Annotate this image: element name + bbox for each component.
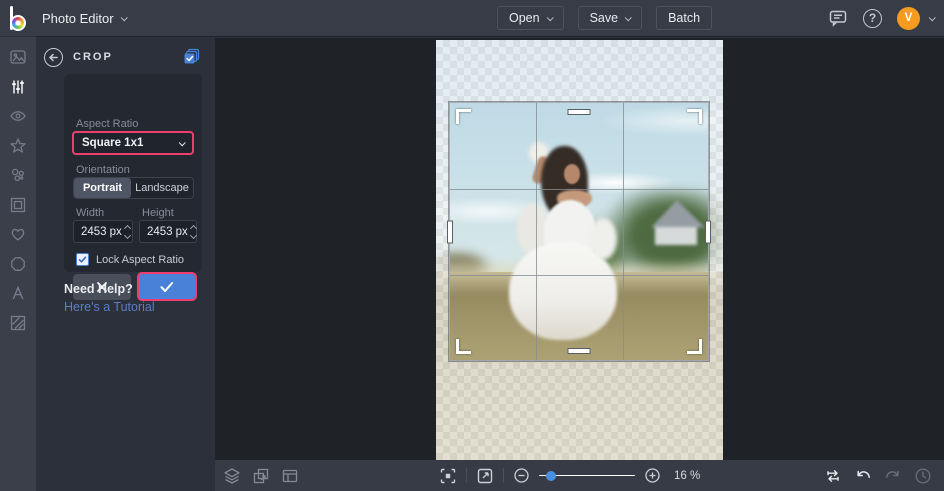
history-icon[interactable] <box>914 467 932 485</box>
crop-handle-bottom-left[interactable] <box>456 339 471 354</box>
canvas <box>215 36 944 460</box>
width-stepper[interactable] <box>122 226 130 238</box>
crop-panel: CROP Aspect Ratio Square 1x1 Orientation… <box>36 36 215 491</box>
height-label: Height <box>142 207 174 219</box>
check-icon <box>160 281 174 293</box>
zoom-in-icon[interactable] <box>644 467 661 484</box>
redo-icon[interactable] <box>884 467 902 485</box>
adjust-sliders-icon[interactable] <box>9 78 27 96</box>
chevron-down-icon <box>625 14 632 21</box>
actual-size-icon[interactable] <box>476 467 494 485</box>
chevron-down-icon[interactable] <box>929 14 936 21</box>
canvas-resize-icon[interactable] <box>252 467 270 485</box>
crop-handle-right[interactable] <box>705 220 711 243</box>
star-icon[interactable] <box>9 137 27 155</box>
bottom-toolbar: 16 % <box>215 460 944 491</box>
crop-handle-top-left[interactable] <box>456 109 471 124</box>
width-input[interactable]: 2453 px <box>73 220 133 243</box>
aspect-ratio-select[interactable]: Square 1x1 <box>72 131 194 155</box>
chevron-down-icon <box>120 14 127 21</box>
heart-icon[interactable] <box>9 225 27 243</box>
undo-icon[interactable] <box>854 467 872 485</box>
topbar: Photo Editor Open Save Batch ? V <box>0 0 944 36</box>
badge-icon[interactable] <box>9 255 27 273</box>
logo-icon <box>8 6 28 31</box>
tool-rail <box>0 36 36 491</box>
landscape-option[interactable]: Landscape <box>131 178 193 198</box>
portrait-option[interactable]: Portrait <box>74 178 131 198</box>
orientation-label: Orientation <box>76 164 130 176</box>
compare-icon[interactable] <box>824 467 842 485</box>
crop-handle-top[interactable] <box>568 109 591 115</box>
chevron-down-icon <box>179 139 186 146</box>
frame-icon[interactable] <box>9 196 27 214</box>
crop-handle-bottom[interactable] <box>568 348 591 354</box>
apply-to-layers-icon[interactable] <box>182 47 201 66</box>
texture-icon[interactable] <box>9 314 27 332</box>
height-value: 2453 <box>147 226 173 238</box>
lock-aspect-ratio-checkbox[interactable]: Lock Aspect Ratio <box>76 253 184 266</box>
batch-label: Batch <box>668 11 700 25</box>
panels-icon[interactable] <box>281 467 299 485</box>
height-stepper[interactable] <box>188 226 196 238</box>
chat-icon[interactable] <box>828 8 848 28</box>
grid-line <box>450 189 708 190</box>
app-menu-dropdown[interactable]: Photo Editor <box>42 11 126 26</box>
crop-box[interactable] <box>449 102 709 361</box>
zoom-percentage: 16 % <box>674 470 700 482</box>
avatar-initial: V <box>905 12 913 24</box>
grid-line <box>450 275 708 276</box>
height-unit: px <box>176 226 188 238</box>
photo-icon[interactable] <box>9 48 27 66</box>
width-label: Width <box>76 207 104 219</box>
orientation-toggle: Portrait Landscape <box>73 177 194 199</box>
grid-line <box>536 103 537 360</box>
text-icon[interactable] <box>9 284 27 302</box>
tutorial-link[interactable]: Here's a Tutorial <box>64 300 155 314</box>
divider <box>503 468 504 483</box>
help-icon[interactable]: ? <box>863 9 882 28</box>
back-button[interactable] <box>44 48 63 67</box>
width-unit: px <box>110 226 122 238</box>
crop-form: Aspect Ratio Square 1x1 Orientation Port… <box>64 74 202 272</box>
save-button[interactable]: Save <box>578 6 643 30</box>
aspect-ratio-label: Aspect Ratio <box>76 118 138 130</box>
layers-icon[interactable] <box>223 467 241 485</box>
crop-handle-top-right[interactable] <box>687 109 702 124</box>
open-label: Open <box>509 11 540 25</box>
checkbox-checked-icon <box>76 253 89 266</box>
width-value: 2453 <box>81 226 107 238</box>
apply-crop-button[interactable] <box>137 272 197 301</box>
fit-screen-icon[interactable] <box>439 467 457 485</box>
crop-handle-bottom-right[interactable] <box>687 339 702 354</box>
divider <box>466 468 467 483</box>
panel-title: CROP <box>73 51 113 63</box>
height-input[interactable]: 2453 px <box>139 220 197 243</box>
image-area <box>436 40 723 461</box>
aspect-ratio-value: Square 1x1 <box>82 137 172 149</box>
help-glyph: ? <box>869 11 876 25</box>
app-menu-label: Photo Editor <box>42 11 114 26</box>
avatar[interactable]: V <box>897 7 920 30</box>
open-button[interactable]: Open <box>497 6 564 30</box>
bubbles-icon[interactable] <box>9 166 27 184</box>
crop-handle-left[interactable] <box>447 220 453 243</box>
zoom-slider[interactable] <box>539 469 635 483</box>
zoom-slider-thumb[interactable] <box>546 471 556 481</box>
batch-button[interactable]: Batch <box>656 6 712 30</box>
save-label: Save <box>590 11 619 25</box>
lock-aspect-ratio-label: Lock Aspect Ratio <box>96 254 184 266</box>
befunky-logo[interactable] <box>0 6 36 31</box>
zoom-out-icon[interactable] <box>513 467 530 484</box>
eye-icon[interactable] <box>9 107 27 125</box>
grid-line <box>623 103 624 360</box>
need-help-title: Need Help? <box>64 282 133 296</box>
chevron-down-icon <box>546 14 553 21</box>
